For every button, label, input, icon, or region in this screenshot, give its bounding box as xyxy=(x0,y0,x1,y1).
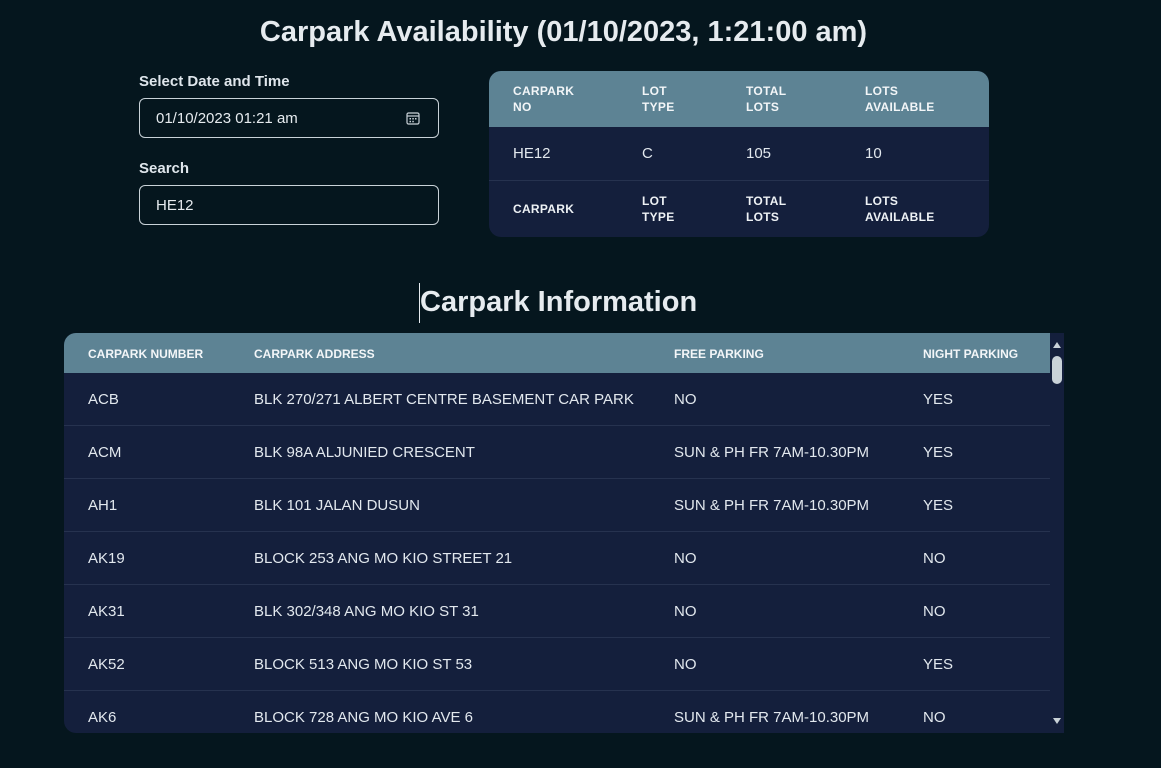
header-lots-available: LOTS AVAILABLE xyxy=(865,84,935,114)
search-input[interactable]: HE12 xyxy=(139,185,439,225)
cell-carpark-address: BLK 302/348 ANG MO KIO ST 31 xyxy=(254,603,479,620)
cell-carpark-address: BLOCK 253 ANG MO KIO STREET 21 xyxy=(254,550,513,567)
cell-free-parking: NO xyxy=(674,656,697,673)
date-time-value: 01/10/2023 01:21 am xyxy=(156,109,298,127)
cell-night-parking: NO xyxy=(923,550,946,567)
cell-lots-available: 10 xyxy=(865,145,882,162)
carpark-info-table[interactable]: CARPARK NUMBER CARPARK ADDRESS FREE PARK… xyxy=(64,333,1050,733)
header-total-lots: TOTAL LOTS xyxy=(746,84,787,114)
cell-carpark-address: BLOCK 513 ANG MO KIO ST 53 xyxy=(254,656,473,673)
header-carpark-address: CARPARK ADDRESS xyxy=(254,347,375,361)
header-free-parking: FREE PARKING xyxy=(674,347,764,361)
cell-total-lots: 105 xyxy=(746,145,772,162)
page: Carpark Availability (01/10/2023, 1:21:0… xyxy=(0,0,1161,768)
page-title: Carpark Availability (01/10/2023, 1:21:0… xyxy=(259,16,868,48)
cell-carpark-number: ACB xyxy=(88,391,119,408)
availability-table: CARPARK NO LOT TYPE TOTAL LOTS LOTS AVAILABL… xyxy=(489,71,989,237)
table-row: ACB BLK 270/271 ALBERT CENTRE BASEMENT C… xyxy=(64,373,1050,426)
header-carpark-no: CARPARK NO xyxy=(513,84,575,114)
footer-carpark: CARPARK xyxy=(513,202,575,216)
search-value: HE12 xyxy=(156,196,194,214)
scroll-up-arrow-icon[interactable] xyxy=(1053,342,1061,348)
header-lot-type: LOT TYPE xyxy=(642,84,675,114)
cell-carpark-no: HE12 xyxy=(513,145,551,162)
table-row: AK19 BLOCK 253 ANG MO KIO STREET 21 NO N… xyxy=(64,532,1050,585)
footer-lot-type: LOT TYPE xyxy=(642,194,675,224)
cell-night-parking: YES xyxy=(923,444,954,461)
header-carpark-number: CARPARK NUMBER xyxy=(88,347,204,361)
cell-night-parking: YES xyxy=(923,391,954,408)
date-time-label: Select Date and Time xyxy=(139,73,290,90)
cell-free-parking: SUN & PH FR 7AM-10.30PM xyxy=(674,497,870,514)
cell-carpark-address: BLK 101 JALAN DUSUN xyxy=(254,497,420,514)
section-title: Carpark Information xyxy=(420,286,698,318)
table-row: AK31 BLK 302/348 ANG MO KIO ST 31 NO NO xyxy=(64,585,1050,638)
cell-carpark-number: AK52 xyxy=(88,656,125,673)
scroll-down-arrow-icon[interactable] xyxy=(1053,718,1061,724)
cell-night-parking: YES xyxy=(923,497,954,514)
cell-free-parking: NO xyxy=(674,391,697,408)
vertical-scrollbar[interactable] xyxy=(1050,333,1064,733)
table-row: HE12 C 105 10 xyxy=(489,127,989,181)
table-row: AK52 BLOCK 513 ANG MO KIO ST 53 NO YES xyxy=(64,638,1050,691)
cell-free-parking: SUN & PH FR 7AM-10.30PM xyxy=(674,709,870,726)
cell-carpark-number: AK19 xyxy=(88,550,125,567)
cell-carpark-address: BLK 98A ALJUNIED CRESCENT xyxy=(254,444,475,461)
cell-carpark-number: AK6 xyxy=(88,709,117,726)
availability-table-header: CARPARK NO LOT TYPE TOTAL LOTS LOTS AVAILABL… xyxy=(489,71,989,127)
search-label: Search xyxy=(139,160,190,177)
cell-free-parking: NO xyxy=(674,603,697,620)
table-row: ACM BLK 98A ALJUNIED CRESCENT SUN & PH F… xyxy=(64,426,1050,479)
cell-night-parking: NO xyxy=(923,603,946,620)
availability-table-footer: CARPARK LOT TYPE TOTAL LOTS LOTS AVAILABLE xyxy=(489,181,989,237)
calendar-icon[interactable] xyxy=(406,111,420,125)
scrollbar-thumb[interactable] xyxy=(1052,356,1062,384)
cell-carpark-address: BLK 270/271 ALBERT CENTRE BASEMENT CAR P… xyxy=(254,391,634,408)
cell-lot-type: C xyxy=(642,145,653,162)
cell-carpark-number: AK31 xyxy=(88,603,125,620)
cell-carpark-address: BLOCK 728 ANG MO KIO AVE 6 xyxy=(254,709,473,726)
info-table-header: CARPARK NUMBER CARPARK ADDRESS FREE PARK… xyxy=(64,333,1050,373)
table-row: AK6 BLOCK 728 ANG MO KIO AVE 6 SUN & PH … xyxy=(64,691,1050,733)
table-row: AH1 BLK 101 JALAN DUSUN SUN & PH FR 7AM-… xyxy=(64,479,1050,532)
footer-total-lots: TOTAL LOTS xyxy=(746,194,787,224)
cell-free-parking: NO xyxy=(674,550,697,567)
footer-lots-available: LOTS AVAILABLE xyxy=(865,194,935,224)
header-night-parking: NIGHT PARKING xyxy=(923,347,1019,361)
cell-free-parking: SUN & PH FR 7AM-10.30PM xyxy=(674,444,870,461)
cell-carpark-number: ACM xyxy=(88,444,122,461)
cell-carpark-number: AH1 xyxy=(88,497,118,514)
date-time-input[interactable]: 01/10/2023 01:21 am xyxy=(139,98,439,138)
cell-night-parking: NO xyxy=(923,709,946,726)
cell-night-parking: YES xyxy=(923,656,954,673)
